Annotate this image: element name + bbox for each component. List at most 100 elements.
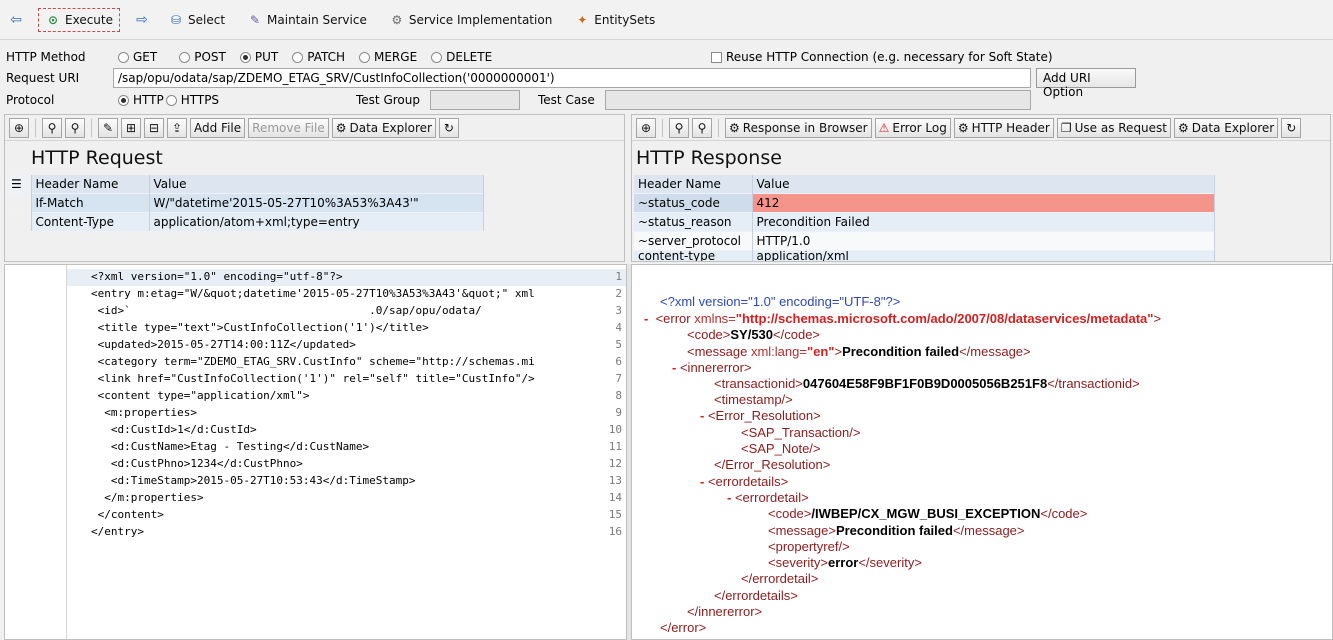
request-zoom-icon[interactable]: ⊕ (9, 117, 29, 138)
http-header-label: HTTP Header (971, 120, 1050, 135)
response-refresh-icon[interactable]: ↻ (1281, 117, 1302, 138)
propertyref-element: <propertyref/> (768, 539, 850, 554)
http-request-title: HTTP Request (31, 147, 163, 169)
test-group-label: Test Group (356, 93, 420, 107)
entity-sets-button[interactable]: ✦ EntitySets (570, 8, 659, 32)
request-delete-row-icon[interactable]: ⊟ (144, 117, 164, 138)
http-method-label: HTTP Method (6, 50, 86, 64)
select-button[interactable]: ⛁ Select (164, 8, 229, 32)
add-uri-option-button[interactable]: Add URI Option (1036, 68, 1136, 99)
reuse-connection-checkbox[interactable]: Reuse HTTP Connection (e.g. necessary fo… (711, 50, 1053, 64)
edit-doc-icon: ✎ (250, 12, 261, 27)
error-close: </error> (660, 620, 707, 635)
copy-icon: ❐ (1060, 120, 1072, 135)
select-label: Select (188, 12, 226, 27)
collapse-errordetail-icon[interactable]: - (727, 490, 731, 505)
request-find-icon[interactable]: ⚲ (42, 117, 62, 138)
test-case-input[interactable] (605, 90, 1031, 110)
test-case-label: Test Case (538, 93, 595, 107)
maintain-service-button[interactable]: ✎ Maintain Service (243, 8, 371, 32)
method-post-radio[interactable]: POST (179, 50, 226, 64)
method-patch-label: PATCH (307, 50, 345, 64)
line-number: 16 (608, 525, 622, 538)
execute-button[interactable]: ⊙ Execute (38, 7, 120, 32)
line-number: 12 (608, 457, 622, 470)
response-data-explorer-button[interactable]: ⚙ Data Explorer (1174, 117, 1279, 138)
request-row-value[interactable]: application/atom+xml;type=entry (149, 211, 484, 231)
method-merge-radio[interactable]: MERGE (359, 50, 417, 64)
http-header-button[interactable]: ⚙ HTTP Header (953, 117, 1054, 138)
table-row[interactable]: content-type application/xml (634, 249, 1215, 261)
back-arrow-icon[interactable]: ⇦ (8, 12, 24, 28)
collapse-innererror-icon[interactable]: - (672, 360, 676, 375)
code-element: <code>SY/530</code> (687, 327, 821, 342)
method-get-radio[interactable]: GET (118, 50, 157, 64)
protocol-http-radio[interactable]: HTTP (118, 93, 164, 107)
execute-label: Execute (65, 12, 113, 27)
code-line: <d:CustName>Etag - Testing</d:CustName> (91, 440, 370, 453)
table-row[interactable]: Content-Type application/atom+xml;type=e… (7, 211, 484, 231)
use-as-request-label: Use as Request (1074, 120, 1168, 135)
response-row-name: content-type (634, 249, 753, 261)
request-header-table: ☰ Header Name Value If-Match W/"datetime… (7, 175, 484, 231)
response-data-explorer-label: Data Explorer (1191, 120, 1275, 135)
error-element: - <error xmlns="http://schemas.microsoft… (644, 311, 1162, 326)
request-col-header-name: Header Name (31, 175, 150, 193)
remove-file-button[interactable]: Remove File (248, 117, 329, 138)
protocol-https-radio[interactable]: HTTPS (165, 93, 219, 107)
test-group-input[interactable] (430, 90, 520, 110)
service-implementation-button[interactable]: ⚙ Service Implementation (385, 8, 556, 32)
request-data-explorer-button[interactable]: ⚙ Data Explorer (331, 117, 436, 138)
table-row[interactable]: ~server_protocol HTTP/1.0 (634, 230, 1215, 250)
code-line: <d:TimeStamp>2015-05-27T10:53:43</d:Time… (91, 474, 416, 487)
line-number: 8 (615, 389, 622, 402)
method-post-label: POST (194, 50, 226, 64)
table-row[interactable]: ~status_code 412 (634, 192, 1215, 212)
request-import-icon[interactable]: ⇪ (167, 117, 187, 138)
error-log-button[interactable]: ⚠ Error Log (874, 117, 951, 138)
method-merge-label: MERGE (374, 50, 418, 64)
method-put-radio[interactable]: PUT (239, 50, 278, 64)
code-line: <content type="application/xml"> (91, 389, 310, 402)
collapse-error-icon[interactable]: - (644, 311, 648, 326)
line-number: 13 (608, 474, 622, 487)
request-uri-label: Request URI (6, 71, 80, 85)
request-add-row-icon[interactable]: ⊞ (121, 117, 141, 138)
code-line: <m:properties> (91, 406, 197, 419)
request-edit-icon[interactable]: ✎ (98, 117, 118, 138)
code-line: <id>` .0/sap/opu/odata/ (91, 304, 482, 317)
request-uri-input[interactable]: /sap/opu/odata/sap/ZDEMO_ETAG_SRV/CustIn… (113, 68, 1031, 88)
code-line: <entry m:etag="W/&quot;datetime'2015-05-… (91, 287, 535, 300)
data-explorer-icon: ⚙ (1178, 120, 1189, 135)
request-body-editor[interactable]: 1 <?xml version="1.0" encoding="utf-8"?> 2… (4, 264, 627, 640)
transactionid-value: 047604E58F9BF1F0B9D0005056B251F8 (802, 376, 1048, 391)
response-in-browser-button[interactable]: ⚙ Response in Browser (725, 117, 872, 138)
data-explorer-icon: ⚙ (335, 120, 347, 135)
select-all-icon[interactable]: ☰ (7, 175, 32, 193)
detail-message-element: <message>Precondition failed</message> (768, 523, 1025, 538)
request-find-next-icon[interactable]: ⚲ (65, 117, 85, 138)
message-lang: en (813, 344, 829, 359)
method-patch-radio[interactable]: PATCH (292, 50, 345, 64)
main-toolbar: ⇦ ⊙ Execute ⇨ ⛁ Select ✎ Maintain Servic… (0, 0, 1333, 40)
request-refresh-icon[interactable]: ↻ (438, 117, 459, 138)
request-row-value[interactable]: W/"datetime'2015-05-27T10%3A53%3A43'" (149, 192, 484, 212)
timestamp-element: <timestamp/> (714, 392, 793, 407)
add-file-button[interactable]: Add File (190, 117, 246, 138)
error-log-icon: ⚠ (878, 120, 890, 135)
table-row[interactable]: ~status_reason Precondition Failed (634, 211, 1215, 231)
collapse-errordetails-icon[interactable]: - (700, 474, 704, 489)
response-zoom-icon[interactable]: ⊕ (636, 117, 656, 138)
reuse-checkbox-box[interactable] (711, 51, 722, 63)
collapse-resolution-icon[interactable]: - (700, 408, 704, 423)
table-row[interactable]: If-Match W/"datetime'2015-05-27T10%3A53%… (7, 192, 484, 212)
message-value: Precondition failed (842, 344, 960, 359)
response-body-viewer[interactable]: <?xml version="1.0" encoding="UTF-8"?> -… (631, 264, 1333, 640)
response-find-icon[interactable]: ⚲ (669, 117, 689, 138)
use-as-request-button[interactable]: ❐ Use as Request (1056, 117, 1172, 138)
method-delete-radio[interactable]: DELETE (431, 50, 492, 64)
code-line: </entry> (91, 525, 144, 538)
response-find-next-icon[interactable]: ⚲ (692, 117, 712, 138)
forward-arrow-icon[interactable]: ⇨ (134, 12, 150, 28)
line-number: 11 (608, 440, 622, 453)
